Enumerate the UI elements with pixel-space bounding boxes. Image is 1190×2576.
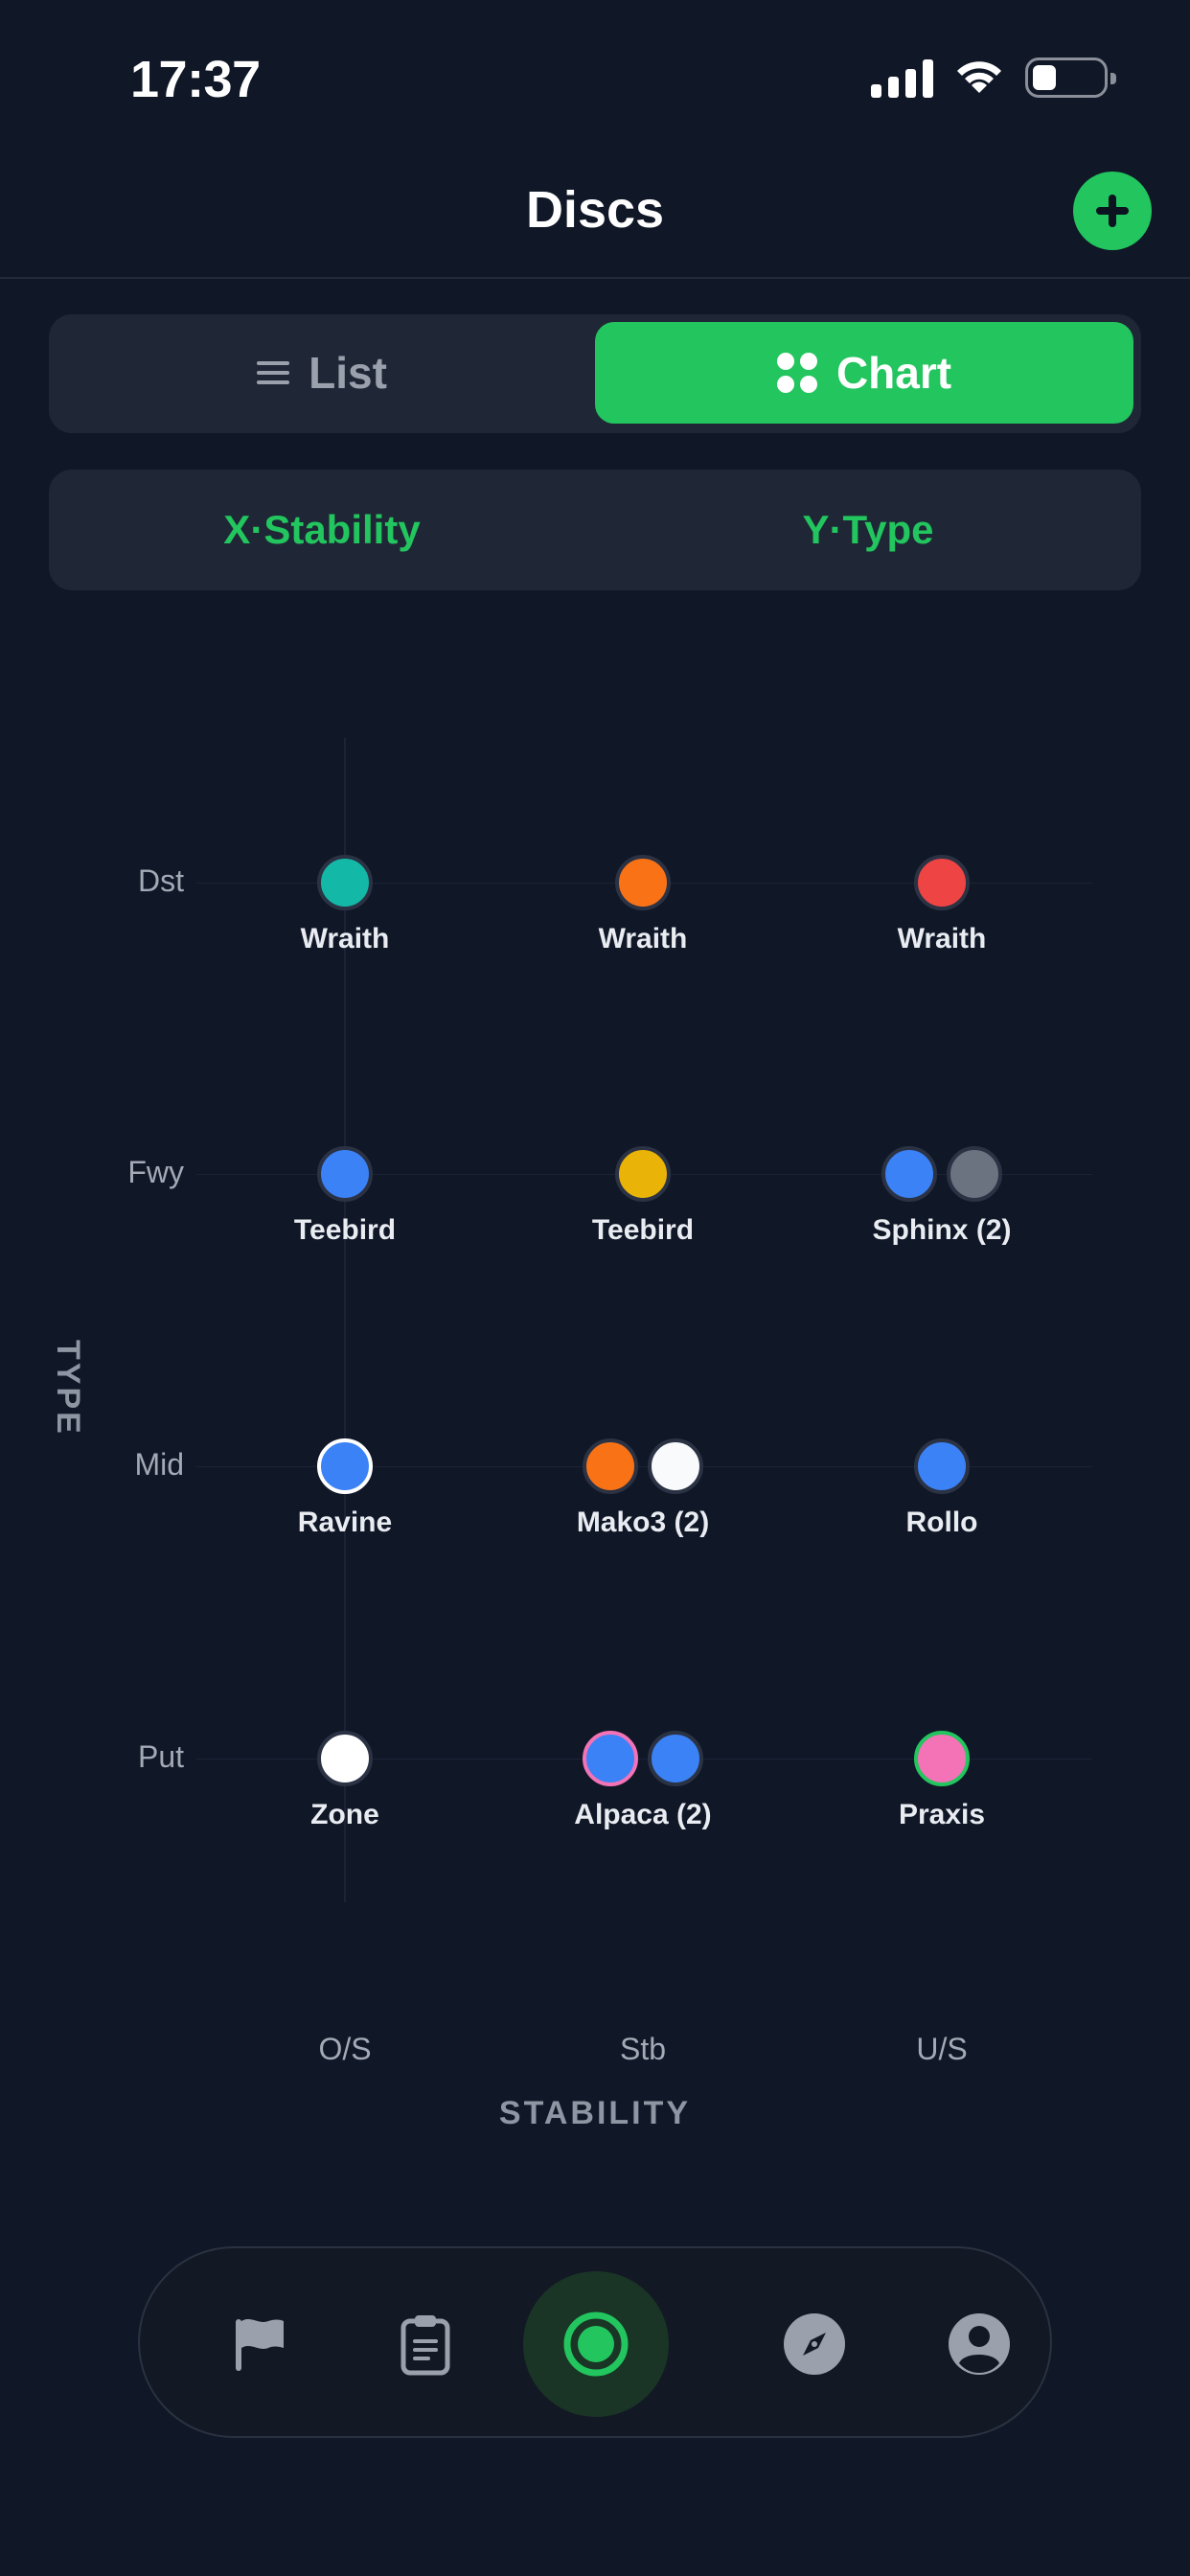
chart-point-label: Sphinx (2) xyxy=(872,1214,1012,1246)
chart-point-label: Wraith xyxy=(598,923,688,954)
disc-dot[interactable] xyxy=(914,1731,970,1786)
nav-profile[interactable] xyxy=(931,2296,1027,2392)
chart-point-wraith[interactable]: Wraith xyxy=(499,850,787,955)
disc-dot-group xyxy=(615,1141,671,1207)
disc-dot-group xyxy=(583,1726,703,1791)
chart-point-label: Rollo xyxy=(905,1506,978,1538)
disc-dot-group xyxy=(615,850,671,915)
tab-list-label: List xyxy=(309,348,387,398)
disc-dot-group xyxy=(317,1141,373,1207)
x-axis-value: Stability xyxy=(263,507,421,552)
disc-dot[interactable] xyxy=(914,855,970,910)
chart-point-ravine[interactable]: Ravine xyxy=(201,1434,489,1539)
disc-dot[interactable] xyxy=(583,1438,638,1494)
y-axis-separator: · xyxy=(829,507,843,552)
nav-rounds[interactable] xyxy=(213,2296,309,2392)
y-tick-label: Dst xyxy=(138,863,184,898)
chart-point-sphinx-2[interactable]: Sphinx (2) xyxy=(798,1141,1086,1247)
chart-point-label: Praxis xyxy=(898,1799,986,1830)
x-axis-prefix: X xyxy=(223,507,251,552)
y-axis-value: Type xyxy=(842,507,934,552)
disc-dot-group xyxy=(881,1141,1002,1207)
disc-dot-group xyxy=(317,1726,373,1791)
chart-point-label: Teebird xyxy=(591,1214,695,1246)
plus-icon xyxy=(1096,195,1129,227)
chart-point-wraith[interactable]: Wraith xyxy=(798,850,1086,955)
list-icon xyxy=(257,361,290,384)
disc-dot-group xyxy=(914,850,970,915)
chart-point-alpaca-2[interactable]: Alpaca (2) xyxy=(499,1726,787,1831)
chart-point-zone[interactable]: Zone xyxy=(201,1726,489,1831)
x-tick-label: O/S xyxy=(318,2032,372,2066)
disc-dot-group xyxy=(317,850,373,915)
compass-icon xyxy=(784,2313,845,2375)
bottom-tab-bar xyxy=(138,2246,1052,2438)
tab-chart[interactable]: Chart xyxy=(595,322,1133,424)
nav-scorecard[interactable] xyxy=(378,2296,473,2392)
chart-point-label: Teebird xyxy=(293,1214,397,1246)
disc-dot[interactable] xyxy=(583,1731,638,1786)
disc-dot[interactable] xyxy=(317,1731,373,1786)
x-axis-selector[interactable]: X · Stability xyxy=(49,470,595,590)
chart-point-wraith[interactable]: Wraith xyxy=(201,850,489,955)
nav-explore[interactable] xyxy=(767,2296,862,2392)
disc-dot[interactable] xyxy=(317,1438,373,1494)
chart-point-rollo[interactable]: Rollo xyxy=(798,1434,1086,1539)
battery-icon xyxy=(1025,58,1116,98)
status-icons xyxy=(871,58,1116,98)
profile-icon xyxy=(949,2313,1010,2375)
chart-point-label: Wraith xyxy=(897,923,987,954)
clipboard-icon xyxy=(400,2315,450,2376)
axis-selector: X · Stability Y · Type xyxy=(49,470,1141,590)
chart-point-label: Zone xyxy=(310,1799,379,1830)
x-tick-label: Stb xyxy=(619,2032,667,2066)
x-tick-label: U/S xyxy=(916,2032,968,2066)
y-axis-selector[interactable]: Y · Type xyxy=(595,470,1141,590)
x-axis-separator: · xyxy=(250,507,264,552)
disc-dot[interactable] xyxy=(881,1146,937,1202)
chart-point-label: Alpaca (2) xyxy=(574,1799,712,1830)
nav-discs[interactable] xyxy=(523,2271,669,2417)
disc-dot[interactable] xyxy=(914,1438,970,1494)
chart-point-mako3-2[interactable]: Mako3 (2) xyxy=(499,1434,787,1539)
view-toggle: List Chart xyxy=(49,314,1141,433)
disc-dot[interactable] xyxy=(615,1146,671,1202)
x-axis-title: STABILITY xyxy=(498,2095,692,2131)
chart-point-label: Mako3 (2) xyxy=(576,1506,710,1538)
disc-dot[interactable] xyxy=(648,1438,703,1494)
grid-dots-icon xyxy=(776,353,817,393)
chart-point-label: Wraith xyxy=(300,923,390,954)
disc-dot[interactable] xyxy=(648,1731,703,1786)
chart-point-teebird[interactable]: Teebird xyxy=(499,1141,787,1247)
disc-dot-group xyxy=(317,1434,373,1499)
header-divider xyxy=(0,277,1190,279)
y-tick-label: Put xyxy=(137,1739,184,1774)
disc-dot-group xyxy=(914,1434,970,1499)
cellular-signal-icon xyxy=(871,58,933,98)
disc-dot-group xyxy=(583,1434,703,1499)
disc-icon xyxy=(563,2312,629,2377)
chart-point-teebird[interactable]: Teebird xyxy=(201,1141,489,1247)
wifi-icon xyxy=(957,61,1001,93)
tab-list[interactable]: List xyxy=(57,322,587,424)
y-tick-label: Fwy xyxy=(127,1155,184,1189)
disc-dot[interactable] xyxy=(317,1146,373,1202)
add-disc-button[interactable] xyxy=(1073,172,1152,250)
tab-chart-label: Chart xyxy=(835,348,952,398)
chart-point-praxis[interactable]: Praxis xyxy=(798,1726,1086,1831)
disc-dot-group xyxy=(914,1726,970,1791)
chart-point-label: Ravine xyxy=(297,1506,393,1538)
page-title: Discs xyxy=(525,181,665,239)
y-axis-title: TYPE xyxy=(50,1340,86,1437)
status-time: 17:37 xyxy=(130,51,261,108)
y-axis-prefix: Y xyxy=(802,507,830,552)
disc-dot[interactable] xyxy=(317,855,373,910)
flag-icon xyxy=(236,2319,284,2371)
disc-dot[interactable] xyxy=(615,855,671,910)
y-tick-label: Mid xyxy=(134,1447,184,1482)
disc-dot[interactable] xyxy=(947,1146,1002,1202)
